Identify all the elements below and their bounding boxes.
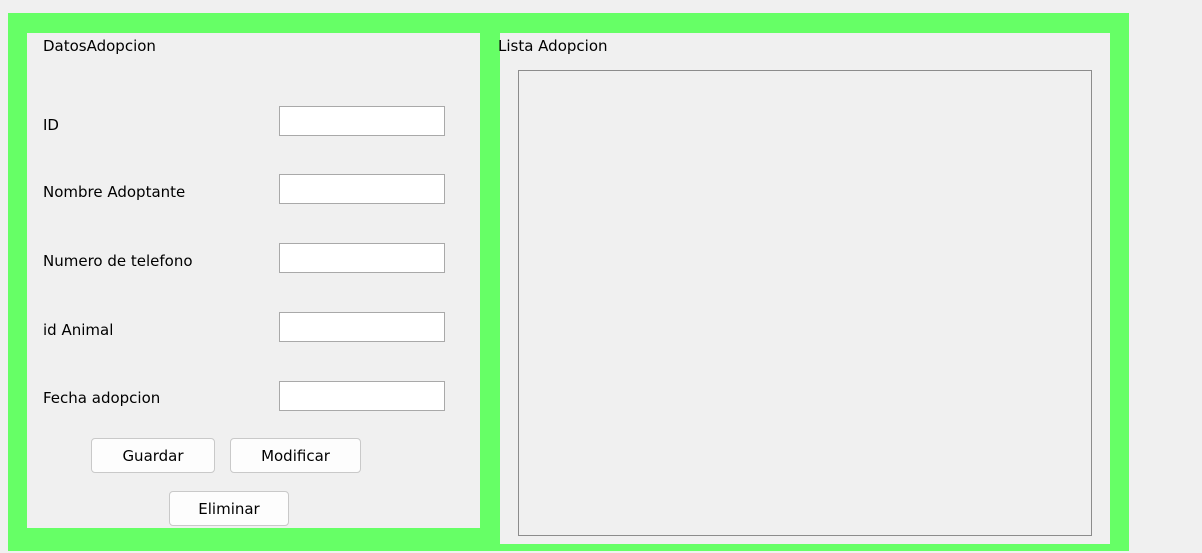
lista-adopcion-panel: Lista Adopcion [498, 33, 1110, 544]
nombre-adoptante-label: Nombre Adoptante [43, 183, 186, 201]
datos-adopcion-panel: DatosAdopcion ID Nombre Adoptante Numero… [27, 33, 480, 528]
id-input[interactable] [279, 106, 445, 136]
fecha-adopcion-label: Fecha adopcion [43, 389, 161, 407]
datos-adopcion-title: DatosAdopcion [43, 37, 156, 55]
adopcion-list[interactable] [518, 70, 1092, 536]
fecha-adopcion-input[interactable] [279, 381, 445, 411]
eliminar-button[interactable]: Eliminar [169, 491, 289, 526]
modificar-button[interactable]: Modificar [230, 438, 361, 473]
app-window: DatosAdopcion ID Nombre Adoptante Numero… [0, 0, 1202, 553]
numero-telefono-input[interactable] [279, 243, 445, 273]
nombre-adoptante-input[interactable] [279, 174, 445, 204]
id-animal-input[interactable] [279, 312, 445, 342]
numero-telefono-label: Numero de telefono [43, 252, 193, 270]
id-animal-label: id Animal [43, 321, 114, 339]
lista-adopcion-title: Lista Adopcion [498, 37, 608, 55]
guardar-button[interactable]: Guardar [91, 438, 215, 473]
id-label: ID [43, 116, 59, 134]
